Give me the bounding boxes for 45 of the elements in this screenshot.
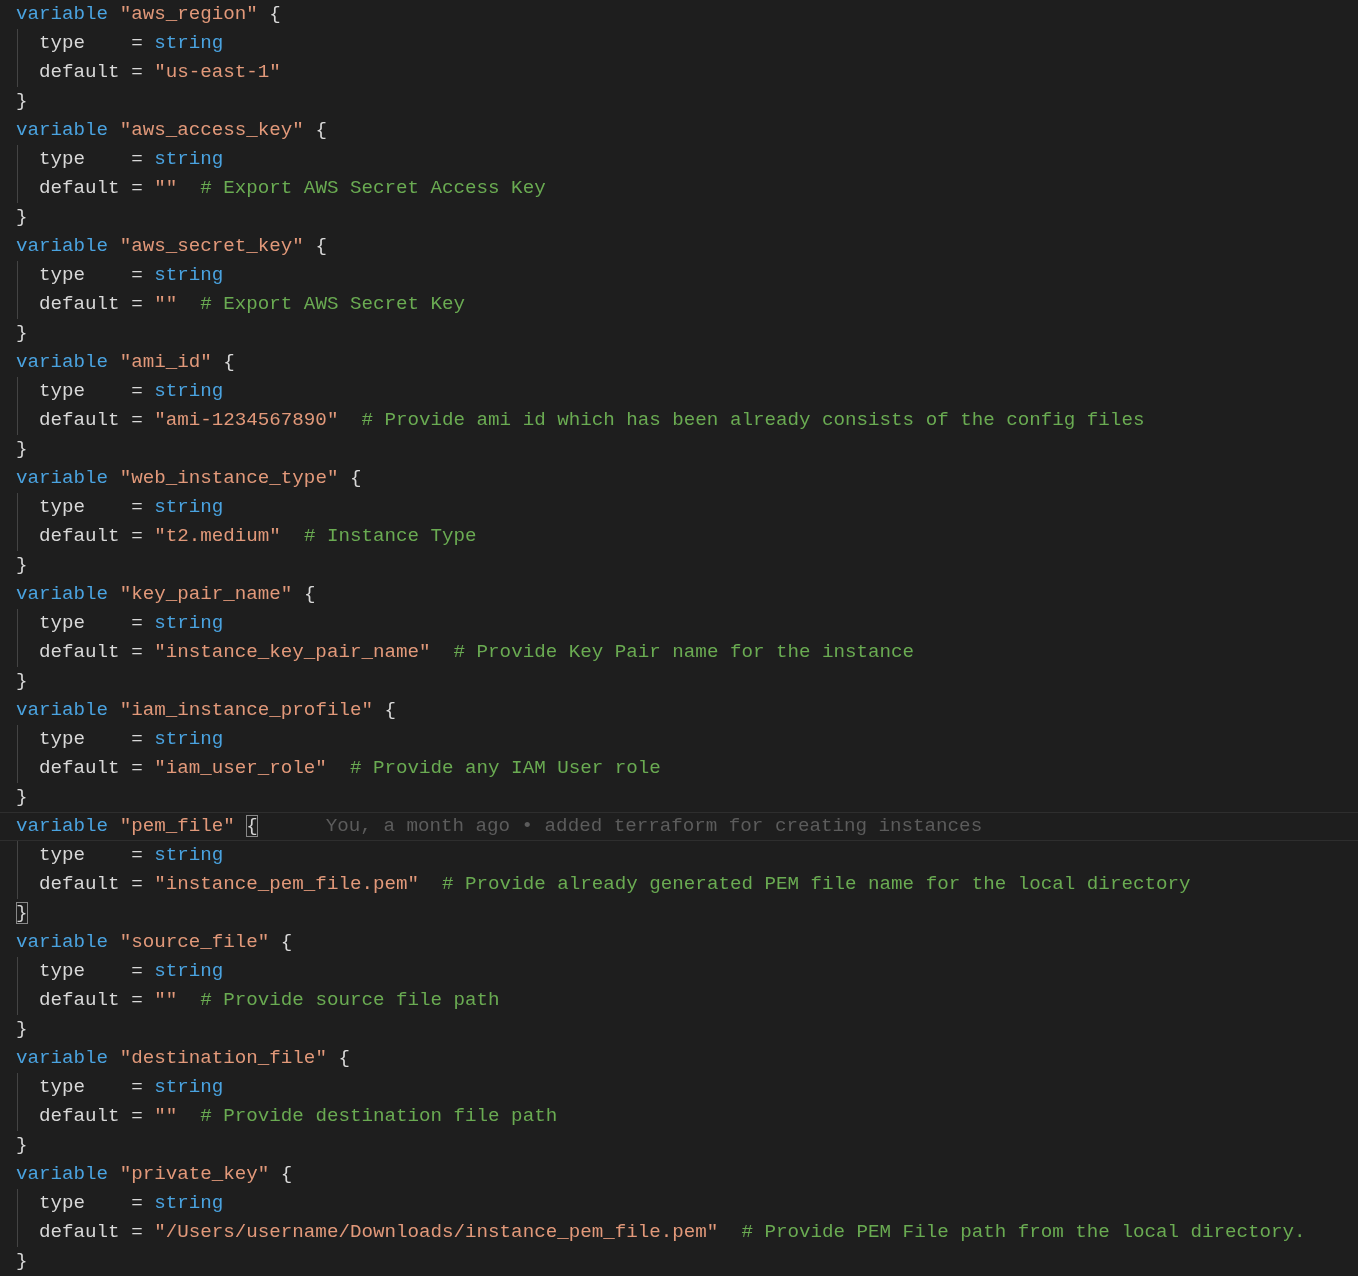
code-line: default = "" # Export AWS Secret Access Key <box>39 176 546 201</box>
code-line: } <box>16 785 28 810</box>
code-line: } <box>16 901 28 926</box>
code-line: type = string <box>39 495 224 520</box>
code-line: default = "t2.medium" # Instance Type <box>39 524 477 549</box>
code-line: default = "instance_pem_file.pem" # Provide already generated PEM file name for the local directory <box>39 872 1191 897</box>
code-line: } <box>16 89 28 114</box>
code-line: default = "iam_user_role" # Provide any IAM User role <box>39 756 661 781</box>
code-line: type = string <box>39 611 224 636</box>
code-line: default = "us-east-1" <box>39 60 281 85</box>
code-line: variable "ami_id" { <box>16 350 235 375</box>
code-line: default = "" # Provide source file path <box>39 988 500 1013</box>
code-line: type = string <box>39 263 224 288</box>
code-line: type = string <box>39 379 224 404</box>
code-line: type = string <box>39 959 224 984</box>
code-line: } <box>16 1133 28 1158</box>
code-line: variable "key_pair_name" { <box>16 582 316 607</box>
code-line: type = string <box>39 31 224 56</box>
code-line: variable "private_key" { <box>16 1162 293 1187</box>
code-line: type = string <box>39 1075 224 1100</box>
code-line: default = "ami-1234567890" # Provide ami id which has been already consists of the config files <box>39 408 1145 433</box>
code-line: variable "aws_secret_key" { <box>16 234 327 259</box>
code-line: variable "iam_instance_profile" { <box>16 698 396 723</box>
code-line: default = "/Users/username/Downloads/instance_pem_file.pem" # Provide PEM File path from the local directory. <box>39 1220 1306 1245</box>
code-line: variable "web_instance_type" { <box>16 466 362 491</box>
code-line: type = string <box>39 843 224 868</box>
code-line: } <box>16 669 28 694</box>
code-line: type = string <box>39 1191 224 1216</box>
code-line: } <box>16 1017 28 1042</box>
blame-annotation: You, a month ago • added terraform for creating instances <box>325 814 983 839</box>
code-line: type = string <box>39 147 224 172</box>
code-line: variable "destination_file" { <box>16 1046 350 1071</box>
code-line: default = "" # Provide destination file path <box>39 1104 558 1129</box>
code-line: variable "source_file" { <box>16 930 293 955</box>
code-line: } <box>16 437 28 462</box>
code-line: type = string <box>39 727 224 752</box>
code-line: default = "instance_key_pair_name" # Provide Key Pair name for the instance <box>39 640 915 665</box>
code-line: variable "aws_access_key" { <box>16 118 327 143</box>
code-line: variable "aws_region" { <box>16 2 281 27</box>
code-line: } <box>16 553 28 578</box>
code-line: } <box>16 205 28 230</box>
code-line: variable "pem_file" { <box>16 814 258 839</box>
code-line: } <box>16 321 28 346</box>
code-line: default = "" # Export AWS Secret Key <box>39 292 466 317</box>
code-line: } <box>16 1249 28 1274</box>
